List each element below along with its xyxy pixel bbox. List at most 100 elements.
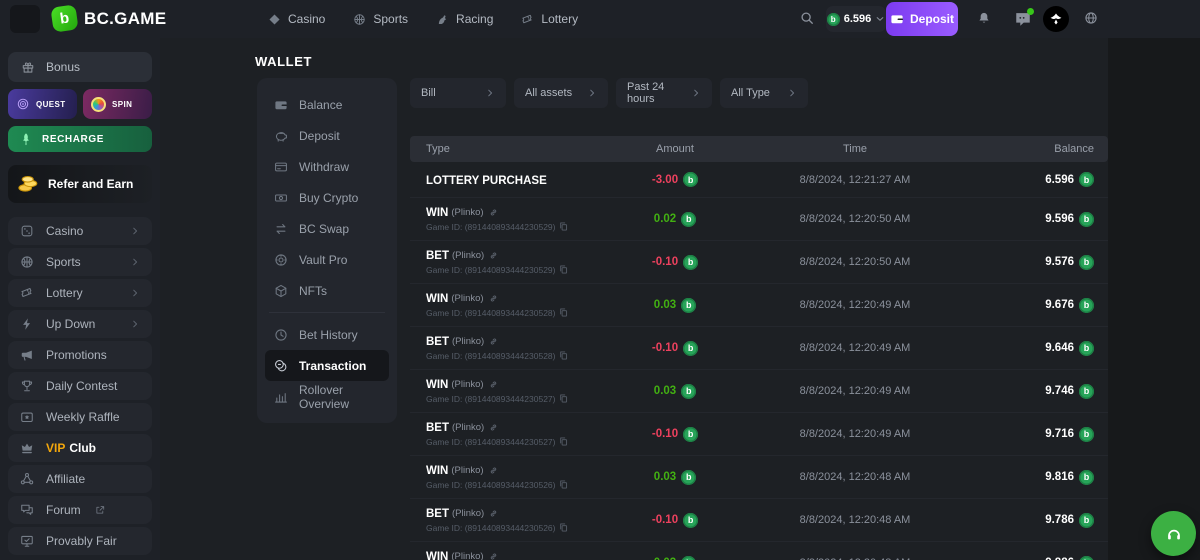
transaction-type-cell: LOTTERY PURCHASE (410, 171, 600, 189)
sidebar-item-sports[interactable]: Sports (8, 248, 152, 276)
sidebar-item-label: Sports (46, 255, 81, 269)
wallet-item-label: Deposit (299, 129, 340, 143)
nav-sports[interactable]: Sports (353, 12, 408, 26)
transaction-icon (274, 359, 288, 373)
copy-icon[interactable] (559, 523, 568, 532)
bet-link-icon[interactable] (489, 423, 498, 432)
nav-racing[interactable]: Racing (436, 12, 493, 26)
bet-link-icon[interactable] (489, 337, 498, 346)
refer-label: Refer and Earn (48, 177, 133, 191)
wallet-menu-withdraw[interactable]: Withdraw (265, 151, 389, 182)
bet-link-icon[interactable] (489, 380, 498, 389)
trophy-icon (20, 379, 34, 393)
wallet-menu-deposit[interactable]: Deposit (265, 120, 389, 151)
wallet-menu-balance[interactable]: Balance (265, 89, 389, 120)
top-navbar: b BC.GAME Casino Sports Racing Lottery b… (0, 0, 1200, 38)
filter-all-assets[interactable]: All assets (514, 78, 608, 108)
transaction-table: TypeAmountTimeBalance LOTTERY PURCHASE -… (410, 136, 1108, 560)
bet-link-icon[interactable] (489, 509, 498, 518)
bet-link-icon[interactable] (489, 208, 498, 217)
bet-link-icon[interactable] (489, 466, 498, 475)
headset-icon (1166, 526, 1182, 542)
bet-link-icon[interactable] (489, 251, 498, 260)
sidebar-item-weekly-raffle[interactable]: Weekly Raffle (8, 403, 152, 431)
game-id: Game ID: (891440893444230526) (426, 523, 555, 533)
time-cell: 8/8/2024, 12:21:27 AM (750, 174, 960, 186)
sidebar-item-daily-contest[interactable]: Daily Contest (8, 372, 152, 400)
bet-link-icon[interactable] (489, 552, 498, 560)
language-globe-icon[interactable] (1084, 11, 1098, 25)
sidebar-spin-button[interactable]: SPIN (83, 89, 152, 119)
bcgame-logo[interactable]: b BC.GAME (52, 6, 166, 31)
bc-coin-icon: b (1079, 172, 1094, 187)
user-avatar[interactable] (1043, 6, 1069, 32)
wallet-menu-vault-pro[interactable]: Vault Pro (265, 244, 389, 275)
piggy-bank-icon (274, 129, 288, 143)
chevron-right-icon (130, 226, 140, 236)
amount-cell: -0.10b (600, 255, 750, 270)
sidebar-recharge-button[interactable]: RECHARGE (8, 126, 152, 152)
sidebar-item-casino[interactable]: Casino (8, 217, 152, 245)
filter-past-24-hours[interactable]: Past 24 hours (616, 78, 712, 108)
copy-icon[interactable] (559, 394, 568, 403)
wallet-item-label: Withdraw (299, 160, 349, 174)
chevron-right-icon (787, 88, 797, 98)
wallet-menu-nfts[interactable]: NFTs (265, 275, 389, 306)
deposit-button[interactable]: Deposit (886, 2, 958, 36)
filter-label: All assets (525, 87, 572, 99)
game-id: Game ID: (891440893444230528) (426, 351, 555, 361)
sidebar-item-affiliate[interactable]: Affiliate (8, 465, 152, 493)
nav-lottery[interactable]: Lottery (521, 12, 578, 26)
primary-nav: Casino Sports Racing Lottery (268, 0, 578, 38)
wallet-menu-rollover-overview[interactable]: Rollover Overview (265, 381, 389, 412)
copy-icon[interactable] (559, 308, 568, 317)
bet-link-icon[interactable] (489, 294, 498, 303)
wallet-menu-transaction[interactable]: Transaction (265, 350, 389, 381)
copy-icon[interactable] (559, 265, 568, 274)
wallet-menu-bc-swap[interactable]: BC Swap (265, 213, 389, 244)
filter-label: Bill (421, 87, 436, 99)
sidebar-refer-and-earn[interactable]: Refer and Earn (8, 165, 152, 203)
notifications-bell-icon[interactable] (977, 11, 991, 25)
raffle-icon (20, 410, 34, 424)
wallet-menu-bet-history[interactable]: Bet History (265, 319, 389, 350)
copy-icon[interactable] (559, 222, 568, 231)
search-icon[interactable] (800, 11, 814, 25)
bc-coin-icon: b (683, 172, 698, 187)
sidebar-item-provably-fair[interactable]: Provably Fair (8, 527, 152, 555)
filter-label: Past 24 hours (627, 81, 691, 105)
sidebar-item-lottery[interactable]: Lottery (8, 279, 152, 307)
game-id: Game ID: (891440893444230529) (426, 222, 555, 232)
time-cell: 8/8/2024, 12:20:48 AM (750, 514, 960, 526)
balance-cell: 9.646b (960, 341, 1108, 356)
sidebar-item-vip-club[interactable]: VIPClub (8, 434, 152, 462)
sidebar-bonus-button[interactable]: Bonus (8, 52, 152, 82)
chat-icon[interactable] (1014, 10, 1032, 28)
wallet-item-label: Bet History (299, 328, 358, 342)
copy-icon[interactable] (559, 480, 568, 489)
filter-bill[interactable]: Bill (410, 78, 506, 108)
filter-bar: Bill All assets Past 24 hours All Type (410, 78, 808, 108)
sidebar-item-promotions[interactable]: Promotions (8, 341, 152, 369)
game-id: Game ID: (891440893444230527) (426, 437, 555, 447)
balance-cell: 6.596b (960, 172, 1108, 187)
support-button[interactable] (1151, 511, 1196, 556)
balance-cell: 9.746b (960, 384, 1108, 399)
wallet-menu-buy-crypto[interactable]: Buy Crypto (265, 182, 389, 213)
table-row: BET (Plinko) Game ID: (89144089344423052… (410, 327, 1108, 370)
copy-icon[interactable] (559, 437, 568, 446)
copy-icon[interactable] (559, 351, 568, 360)
bc-coin-icon: b (1079, 341, 1094, 356)
wallet-icon (274, 98, 288, 112)
filter-all-type[interactable]: All Type (720, 78, 808, 108)
external-link-icon (95, 505, 105, 515)
nav-casino[interactable]: Casino (268, 12, 325, 26)
wallet-item-label: Transaction (299, 359, 366, 373)
sidebar-item-forum[interactable]: Forum (8, 496, 152, 524)
sidebar-item-up-down[interactable]: Up Down (8, 310, 152, 338)
sidebar-item-label: Daily Contest (46, 379, 117, 393)
sidebar-quest-button[interactable]: QUEST (8, 89, 77, 119)
hamburger-menu-button[interactable] (10, 5, 40, 33)
bcgame-logo-icon: b (50, 4, 78, 32)
balance-selector[interactable]: b 6.596 (826, 6, 886, 32)
